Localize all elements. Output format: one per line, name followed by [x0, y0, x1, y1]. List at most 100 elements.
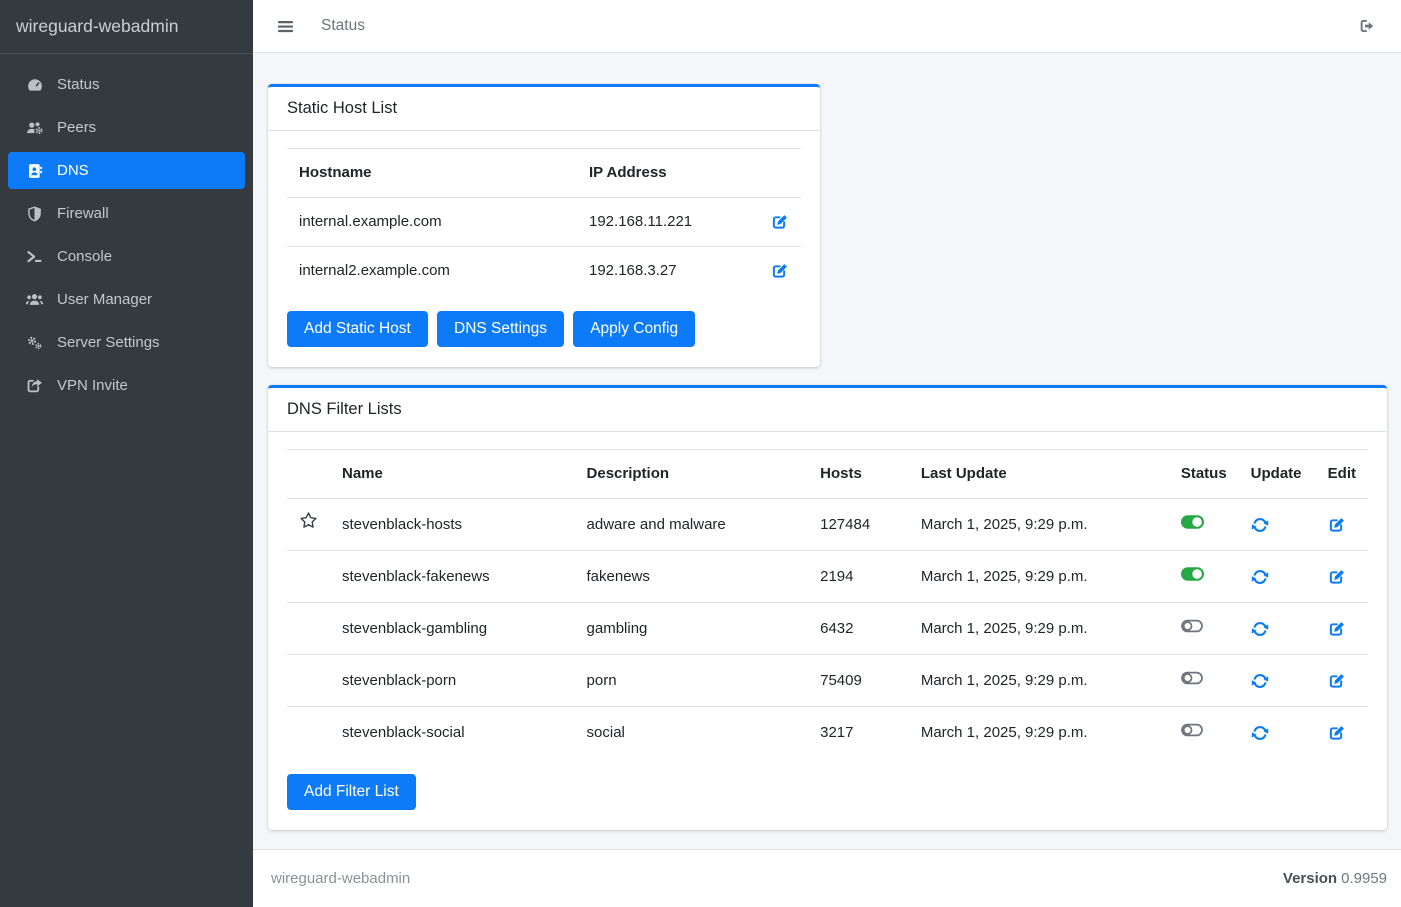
footer-version-value: 0.9959	[1341, 870, 1387, 887]
edit-icon[interactable]	[771, 262, 789, 280]
column-header-hostname: Hostname	[287, 149, 577, 198]
name-cell: stevenblack-gambling	[330, 603, 575, 655]
table-row: stevenblack-fakenews fakenews 2194 March…	[287, 551, 1368, 603]
table-row: stevenblack-hosts adware and malware 127…	[287, 499, 1368, 551]
sync-icon[interactable]	[1251, 724, 1269, 742]
card-header: DNS Filter Lists	[268, 388, 1387, 432]
description-cell: gambling	[575, 603, 809, 655]
sidebar-item-label: User Manager	[57, 291, 152, 308]
column-header-status: Status	[1169, 450, 1239, 499]
name-cell: stevenblack-hosts	[330, 499, 575, 551]
sidebar-item-server-settings[interactable]: Server Settings	[8, 324, 245, 361]
users-cog-icon	[22, 119, 47, 137]
brand-link[interactable]: wireguard-webadmin	[0, 0, 253, 54]
menu-toggle-button[interactable]	[277, 18, 294, 35]
name-cell: stevenblack-porn	[330, 655, 575, 707]
sign-out-icon[interactable]	[1358, 17, 1377, 35]
description-cell: porn	[575, 655, 809, 707]
hosts-cell: 3217	[808, 707, 909, 759]
status-toggle[interactable]	[1181, 619, 1203, 633]
button-row: Add Static Host DNS Settings Apply Confi…	[287, 311, 801, 347]
status-toggle[interactable]	[1181, 723, 1203, 737]
status-toggle[interactable]	[1181, 671, 1203, 685]
sidebar-item-console[interactable]: Console	[8, 238, 245, 275]
edit-icon[interactable]	[1328, 620, 1346, 638]
sync-icon[interactable]	[1251, 620, 1269, 638]
column-header-update: Update	[1239, 450, 1316, 499]
topbar: Status	[253, 0, 1401, 53]
edit-icon[interactable]	[1328, 568, 1346, 586]
edit-icon[interactable]	[1328, 724, 1346, 742]
sidebar-item-peers[interactable]: Peers	[8, 109, 245, 146]
star-icon[interactable]	[299, 511, 318, 530]
sidebar-item-vpn-invite[interactable]: VPN Invite	[8, 367, 245, 404]
dns-settings-button[interactable]: DNS Settings	[437, 311, 564, 347]
column-header-description: Description	[575, 450, 809, 499]
add-static-host-button[interactable]: Add Static Host	[287, 311, 428, 347]
edit-icon[interactable]	[771, 213, 789, 231]
last-update-cell: March 1, 2025, 9:29 p.m.	[909, 499, 1169, 551]
footer-version-label: Version	[1283, 870, 1337, 887]
column-header-star	[287, 450, 330, 499]
last-update-cell: March 1, 2025, 9:29 p.m.	[909, 603, 1169, 655]
hosts-cell: 127484	[808, 499, 909, 551]
name-cell: stevenblack-fakenews	[330, 551, 575, 603]
edit-icon[interactable]	[1328, 672, 1346, 690]
toggle-off-icon	[1181, 723, 1203, 737]
cogs-icon	[22, 334, 47, 352]
card-title: DNS Filter Lists	[287, 400, 402, 418]
tachometer-icon	[22, 76, 47, 94]
column-header-actions	[741, 149, 801, 198]
column-header-last-update: Last Update	[909, 450, 1169, 499]
last-update-cell: March 1, 2025, 9:29 p.m.	[909, 655, 1169, 707]
table-row: stevenblack-social social 3217 March 1, …	[287, 707, 1368, 759]
ip-cell: 192.168.3.27	[577, 247, 741, 296]
column-header-ip: IP Address	[577, 149, 741, 198]
content: Static Host List Hostname IP Address	[253, 53, 1401, 849]
table-row: stevenblack-porn porn 75409 March 1, 202…	[287, 655, 1368, 707]
shield-icon	[22, 205, 47, 223]
apply-config-button[interactable]: Apply Config	[573, 311, 695, 347]
hostname-cell: internal.example.com	[287, 198, 577, 247]
sync-icon[interactable]	[1251, 516, 1269, 534]
toggle-off-icon	[1181, 619, 1203, 633]
description-cell: fakenews	[575, 551, 809, 603]
static-host-list-card: Static Host List Hostname IP Address	[268, 84, 820, 367]
add-filter-list-button[interactable]: Add Filter List	[287, 774, 416, 810]
hosts-cell: 6432	[808, 603, 909, 655]
topbar-status-link[interactable]: Status	[321, 17, 365, 35]
card-body: Name Description Hosts Last Update Statu…	[268, 432, 1387, 830]
terminal-icon	[22, 248, 47, 266]
card-body: Hostname IP Address internal.example.com…	[268, 131, 820, 367]
sidebar-item-label: Firewall	[57, 205, 109, 222]
description-cell: social	[575, 707, 809, 759]
ip-cell: 192.168.11.221	[577, 198, 741, 247]
sidebar-item-status[interactable]: Status	[8, 66, 245, 103]
toggle-off-icon	[1181, 671, 1203, 685]
edit-icon[interactable]	[1328, 516, 1346, 534]
sync-icon[interactable]	[1251, 672, 1269, 690]
sidebar-item-dns[interactable]: DNS	[8, 152, 245, 189]
filter-lists-table: Name Description Hosts Last Update Statu…	[287, 449, 1368, 758]
sync-icon[interactable]	[1251, 568, 1269, 586]
share-square-icon	[22, 377, 47, 395]
card-header: Static Host List	[268, 87, 820, 131]
hostname-cell: internal2.example.com	[287, 247, 577, 296]
table-row: internal2.example.com 192.168.3.27	[287, 247, 801, 296]
card-title: Static Host List	[287, 99, 397, 117]
static-host-table: Hostname IP Address internal.example.com…	[287, 148, 801, 295]
footer-version: Version0.9959	[1283, 870, 1387, 887]
hosts-cell: 2194	[808, 551, 909, 603]
dns-filter-lists-card: DNS Filter Lists Name Description Hosts …	[268, 385, 1387, 830]
status-toggle[interactable]	[1181, 567, 1204, 581]
last-update-cell: March 1, 2025, 9:29 p.m.	[909, 707, 1169, 759]
column-header-hosts: Hosts	[808, 450, 909, 499]
sidebar-item-firewall[interactable]: Firewall	[8, 195, 245, 232]
sidebar-item-label: VPN Invite	[57, 377, 128, 394]
table-row: stevenblack-gambling gambling 6432 March…	[287, 603, 1368, 655]
sidebar-item-user-manager[interactable]: User Manager	[8, 281, 245, 318]
table-row: internal.example.com 192.168.11.221	[287, 198, 801, 247]
description-cell: adware and malware	[575, 499, 809, 551]
status-toggle[interactable]	[1181, 515, 1204, 529]
users-icon	[22, 291, 47, 309]
